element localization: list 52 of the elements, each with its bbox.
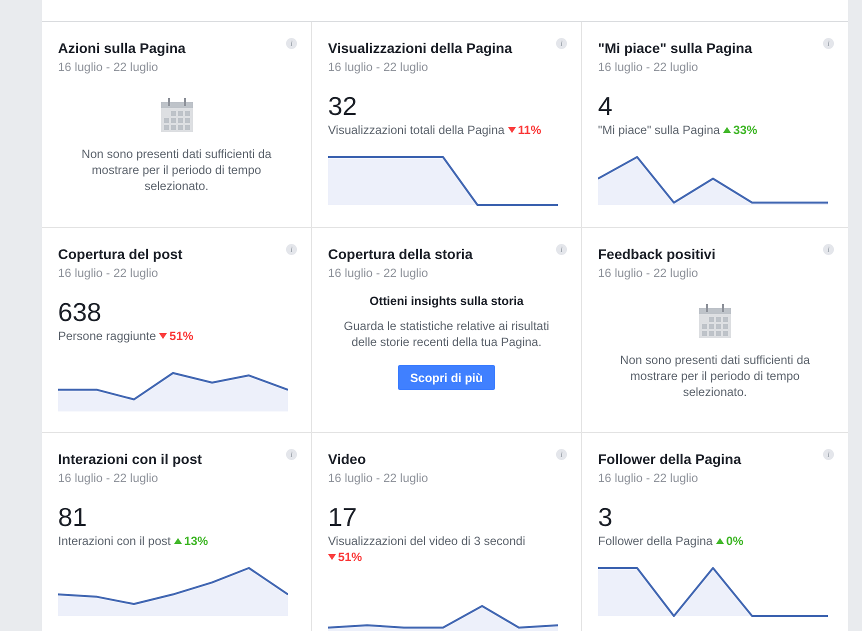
change-percent: 13% — [174, 534, 208, 548]
card-title: Copertura della storia — [328, 245, 473, 263]
calendar-icon — [160, 97, 194, 133]
date-range: 16 luglio - 22 luglio — [58, 470, 160, 486]
calendar-icon — [698, 303, 732, 339]
card-title: "Mi piace" sulla Pagina — [598, 39, 752, 57]
card-title: Visualizzazioni della Pagina — [328, 39, 512, 57]
change-percent: 51% — [159, 329, 194, 343]
metric-label: Persone raggiunte 51% — [58, 328, 194, 344]
card-title: Follower della Pagina — [598, 450, 742, 468]
date-range: 16 luglio - 22 luglio — [328, 470, 430, 486]
info-icon[interactable]: i — [286, 38, 297, 49]
card-title: Video — [328, 450, 366, 468]
card-title: Copertura del post — [58, 245, 182, 263]
no-data-message: Non sono presenti dati sufficienti da mostrare per il periodo di tempo selezionato. — [619, 352, 811, 400]
card-title: Azioni sulla Pagina — [58, 39, 186, 57]
metric-label: "Mi piace" sulla Pagina 33% — [598, 122, 758, 138]
date-range: 16 luglio - 22 luglio — [598, 59, 700, 75]
metric-label: Follower della Pagina 0% — [598, 533, 744, 549]
metric-value: 17 — [328, 502, 358, 532]
metric-value: 32 — [328, 91, 358, 121]
card-title: Interazioni con il post — [58, 450, 202, 468]
info-icon[interactable]: i — [286, 244, 297, 255]
info-icon[interactable]: i — [823, 244, 834, 255]
date-range: 16 luglio - 22 luglio — [328, 265, 430, 281]
metric-label: Visualizzazioni del video di 3 secondi 51% — [328, 533, 526, 565]
info-icon[interactable]: i — [556, 244, 567, 255]
info-icon[interactable]: i — [556, 449, 567, 460]
date-range: 16 luglio - 22 luglio — [58, 265, 160, 281]
info-icon[interactable]: i — [823, 449, 834, 460]
promo-heading: Ottieni insights sulla storia — [369, 294, 524, 308]
learn-more-button[interactable]: Scopri di più — [398, 365, 495, 390]
metric-value: 4 — [598, 91, 614, 121]
card-title: Feedback positivi — [598, 245, 716, 263]
metric-value: 638 — [58, 297, 102, 327]
date-range: 16 luglio - 22 luglio — [58, 59, 160, 75]
promo-text: Guarda le statistiche relative ai risultati delle storie recenti della tua Pagina. — [342, 318, 550, 350]
info-icon[interactable]: i — [556, 38, 567, 49]
metric-label: Visualizzazioni totali della Pagina 11% — [328, 122, 542, 138]
metric-label: Interazioni con il post 13% — [58, 533, 210, 549]
info-icon[interactable]: i — [823, 38, 834, 49]
change-percent: 33% — [723, 123, 758, 137]
date-range: 16 luglio - 22 luglio — [598, 265, 700, 281]
date-range: 16 luglio - 22 luglio — [598, 470, 700, 486]
date-range: 16 luglio - 22 luglio — [328, 59, 430, 75]
metric-value: 81 — [58, 502, 88, 532]
change-percent: 0% — [716, 534, 744, 548]
info-icon[interactable]: i — [286, 449, 297, 460]
change-percent: 11% — [508, 123, 542, 137]
metric-value: 3 — [598, 502, 614, 532]
change-percent: 51% — [328, 550, 362, 564]
no-data-message: Non sono presenti dati sufficienti da mostrare per il periodo di tempo selezionato. — [80, 146, 272, 194]
